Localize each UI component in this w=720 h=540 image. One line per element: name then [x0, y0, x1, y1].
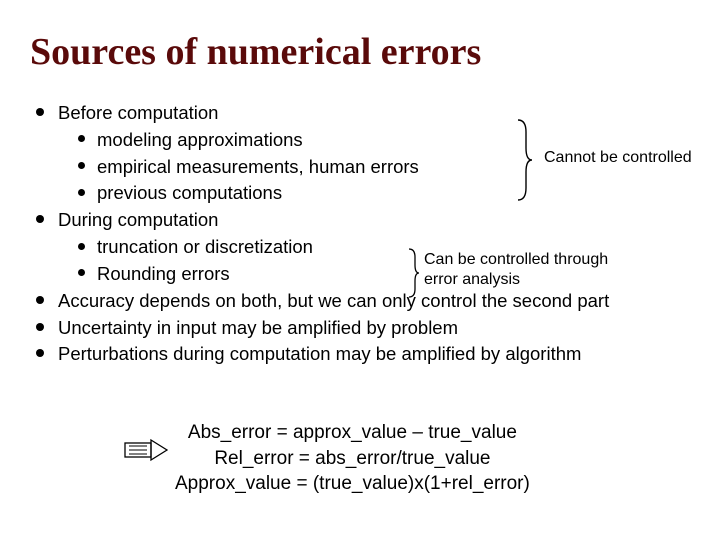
list-text: During computation [58, 209, 218, 230]
list-item: Accuracy depends on both, but we can onl… [36, 288, 696, 315]
list-item: During computation [36, 207, 696, 234]
slide-title: Sources of numerical errors [30, 30, 481, 74]
list-text: Perturbations during computation may be … [58, 343, 581, 364]
list-item: Uncertainty in input may be amplified by… [36, 315, 696, 342]
bullet-icon [78, 243, 85, 250]
bullet-icon [36, 215, 44, 223]
list-text: modeling approximations [97, 129, 303, 150]
list-text: previous computations [97, 182, 282, 203]
bullet-icon [78, 135, 85, 142]
arrow-right-icon [124, 438, 168, 462]
formula-block: Abs_error = approx_value – true_value Re… [175, 420, 530, 497]
list-text: Rounding errors [97, 263, 230, 284]
sub-list-item: modeling approximations [36, 127, 696, 154]
bullet-icon [36, 108, 44, 116]
list-text: Accuracy depends on both, but we can onl… [58, 290, 609, 311]
list-item: Before computation [36, 100, 696, 127]
slide-body: Cannot be controlled Can be controlled t… [36, 100, 696, 368]
list-text: truncation or discretization [97, 236, 313, 257]
bullet-icon [36, 349, 44, 357]
list-text: Uncertainty in input may be amplified by… [58, 317, 458, 338]
list-text: Before computation [58, 102, 218, 123]
bullet-icon [78, 269, 85, 276]
sub-list-item: empirical measurements, human errors [36, 154, 696, 181]
formula-line: Rel_error = abs_error/true_value [175, 446, 530, 472]
formula-line: Abs_error = approx_value – true_value [175, 420, 530, 446]
sub-list-item: truncation or discretization [36, 234, 696, 261]
bullet-icon [36, 323, 44, 331]
list-text: empirical measurements, human errors [97, 156, 419, 177]
list-item: Perturbations during computation may be … [36, 341, 696, 368]
formula-line: Approx_value = (true_value)x(1+rel_error… [175, 471, 530, 497]
bullet-icon [78, 162, 85, 169]
slide: Sources of numerical errors Cannot be co… [0, 0, 720, 540]
bullet-icon [36, 296, 44, 304]
bullet-icon [78, 189, 85, 196]
sub-list-item: previous computations [36, 180, 696, 207]
sub-list-item: Rounding errors [36, 261, 696, 288]
